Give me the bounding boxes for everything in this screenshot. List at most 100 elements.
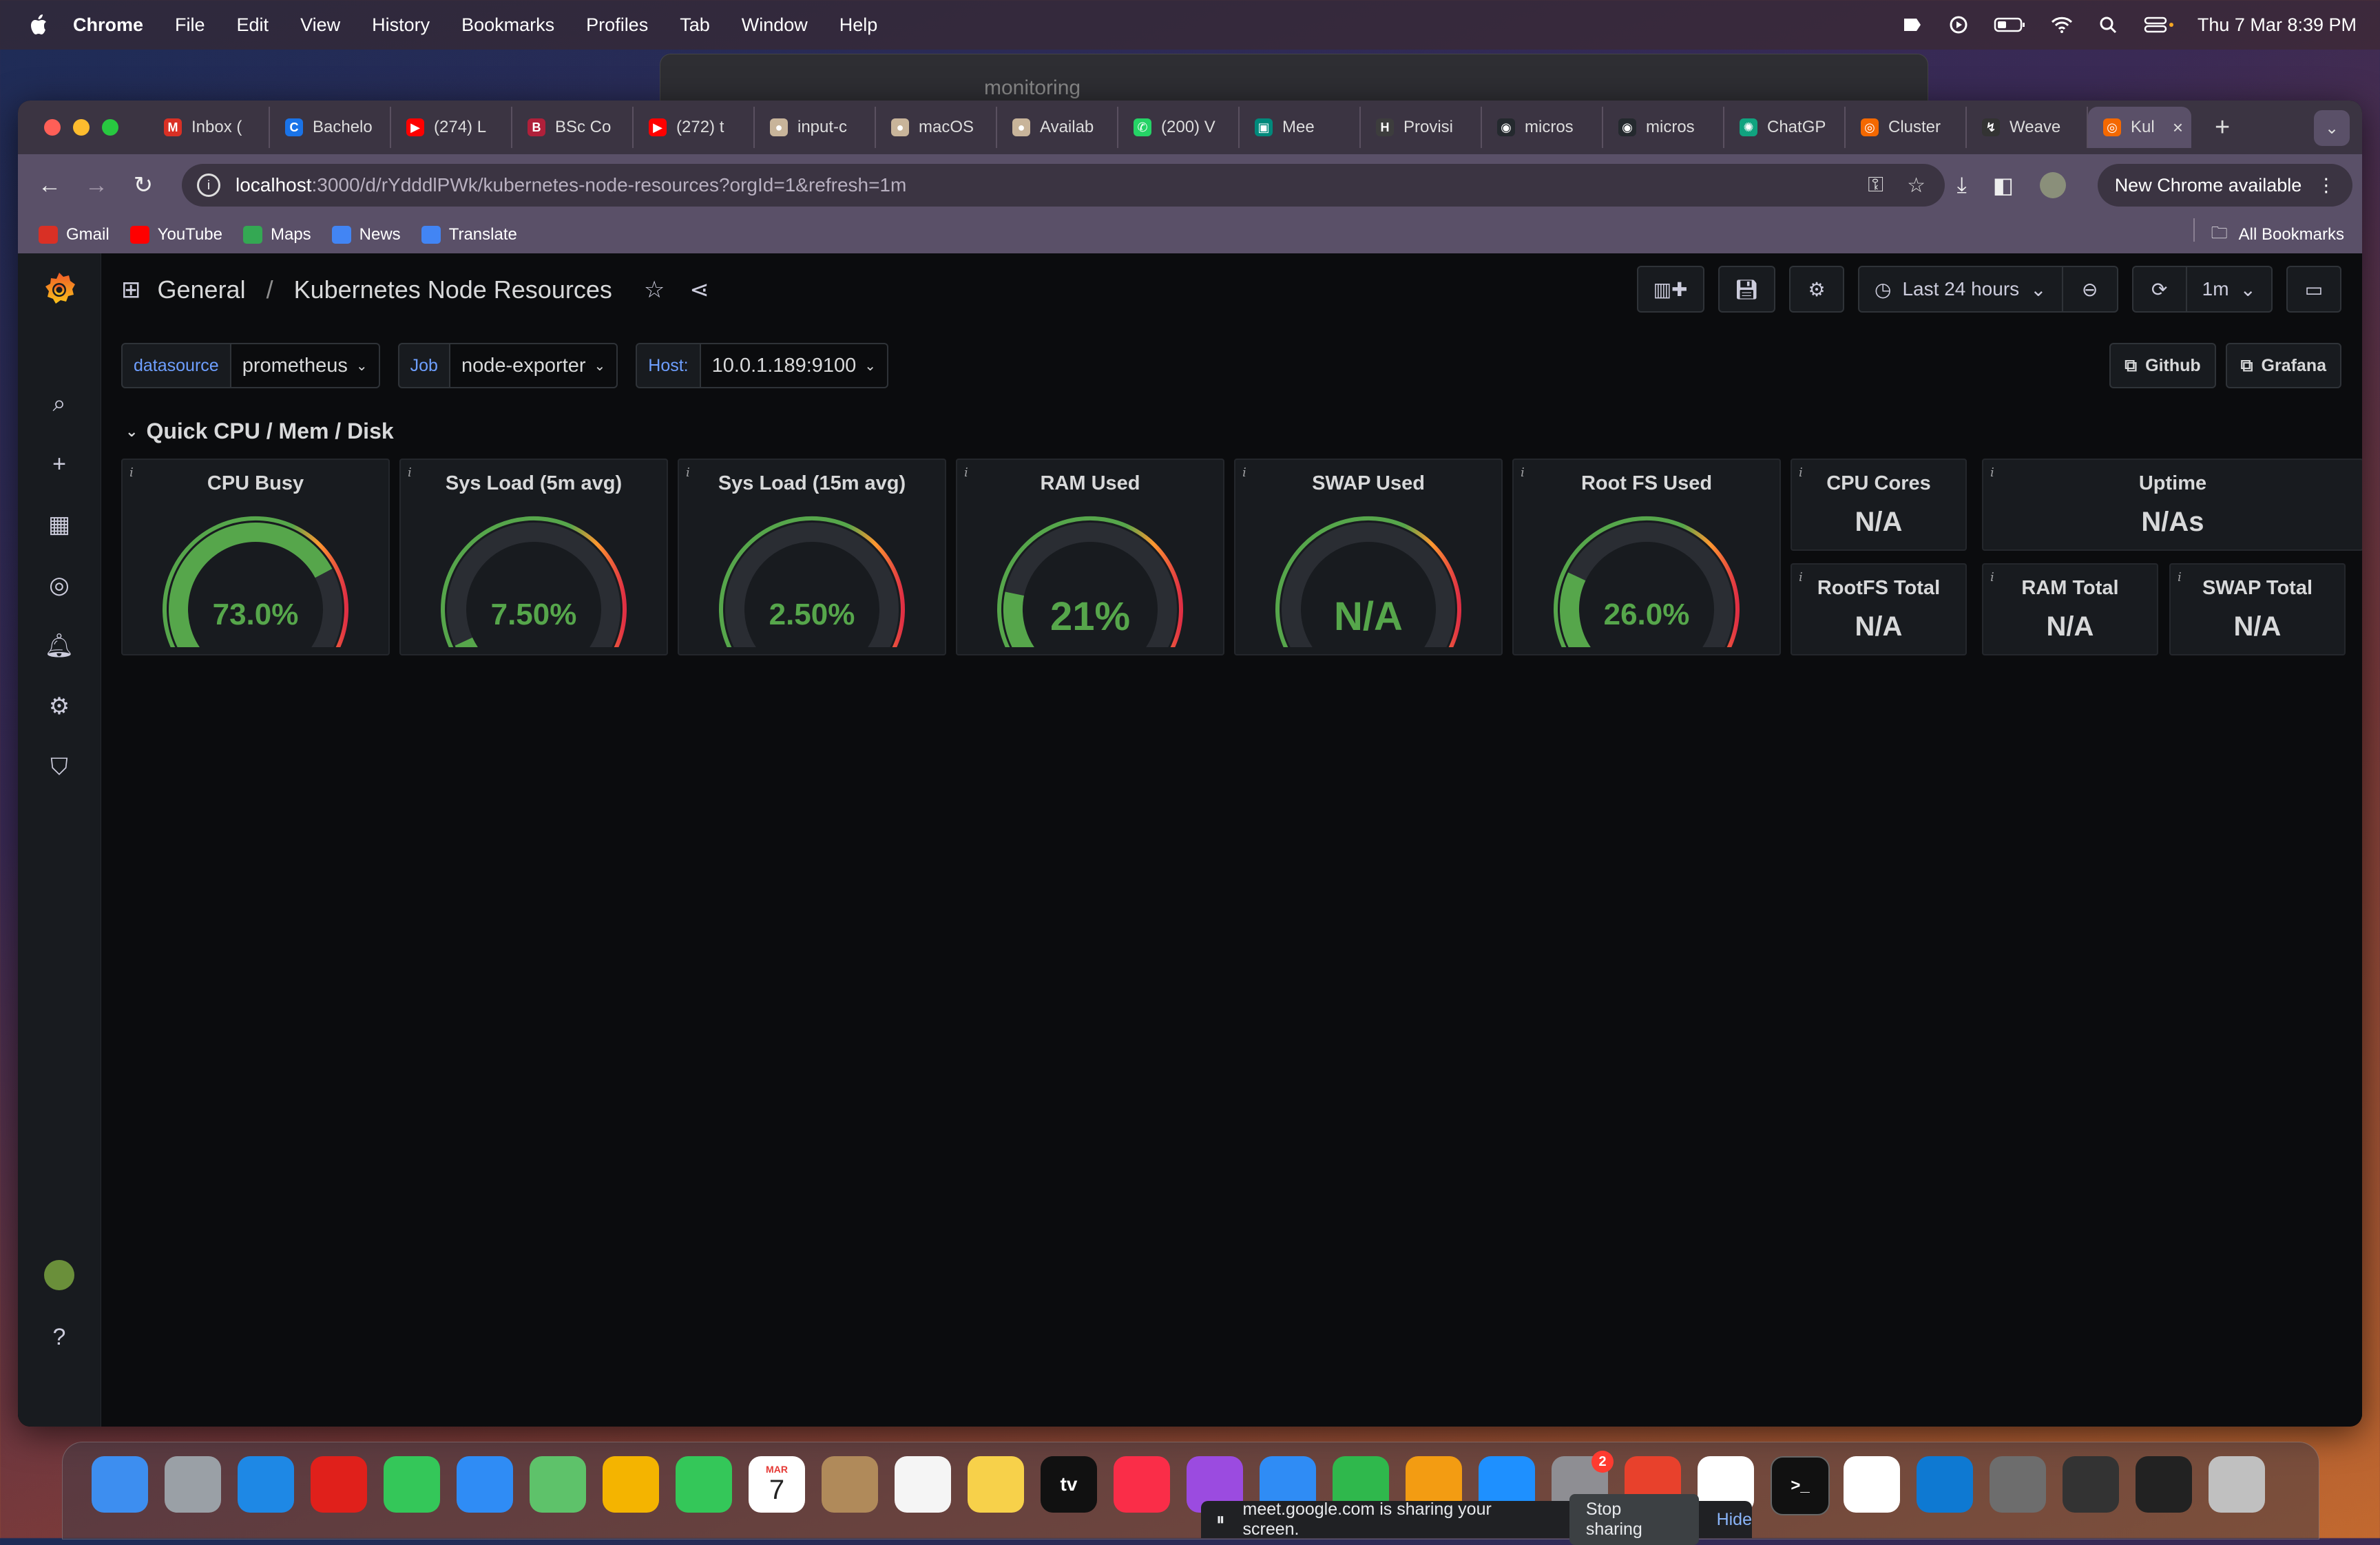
tab-search-chevron-icon[interactable]: ⌄	[2314, 110, 2350, 146]
screen-share-status-icon[interactable]	[1900, 16, 1923, 34]
add-plus-icon[interactable]: +	[44, 449, 74, 479]
bookmark-translate[interactable]: Translate	[421, 225, 517, 244]
menu-view[interactable]: View	[300, 14, 340, 36]
save-dashboard-button[interactable]: 💾︎	[1718, 266, 1776, 313]
spotlight-search-icon[interactable]	[2097, 16, 2120, 34]
wifi-icon[interactable]	[2050, 16, 2074, 34]
user-avatar[interactable]	[44, 1260, 74, 1290]
dashboard-title[interactable]: Kubernetes Node Resources	[294, 275, 612, 304]
browser-tab[interactable]: ◉ micros	[1482, 107, 1603, 148]
row-collapse-chevron-icon[interactable]: ⌄	[125, 423, 138, 441]
tv-mode-button[interactable]: ▭	[2286, 266, 2341, 313]
control-center-icon[interactable]	[2144, 16, 2174, 34]
dashboards-grid-icon[interactable]: ▦	[44, 509, 74, 540]
reload-icon[interactable]: ↻	[128, 170, 158, 200]
gauge-panel[interactable]: i CPU Busy 73.0%	[121, 459, 390, 655]
apple-tv-icon[interactable]: tv	[1041, 1456, 1097, 1513]
browser-tab[interactable]: ↯ Weave	[1967, 107, 2088, 148]
browser-tab[interactable]: ● macOS	[876, 107, 997, 148]
configuration-gear-icon[interactable]: ⚙	[44, 691, 74, 722]
variable-select[interactable]: node-exporter ⌄	[450, 343, 618, 388]
browser-tab[interactable]: C Bachelo	[270, 107, 391, 148]
photos-icon[interactable]	[603, 1456, 659, 1513]
messages-icon[interactable]	[384, 1456, 440, 1513]
time-range-picker[interactable]: ◷ Last 24 hours ⌄	[1858, 266, 2063, 313]
explore-compass-icon[interactable]: ◎	[44, 570, 74, 600]
bookmark-maps[interactable]: Maps	[242, 225, 311, 244]
site-info-icon[interactable]: i	[197, 174, 220, 197]
bookmark-star-icon[interactable]: ☆	[1907, 174, 1925, 198]
gauge-panel[interactable]: i SWAP Used N/A	[1234, 459, 1503, 655]
download-icon[interactable]: ⤓	[1957, 172, 1967, 198]
gauge-panel[interactable]: i Sys Load (5m avg) 7.50%	[399, 459, 668, 655]
bookmark-news[interactable]: News	[331, 225, 401, 244]
row-header[interactable]: ⌄ Quick CPU / Mem / Disk	[125, 419, 394, 444]
profile-avatar[interactable]	[2040, 172, 2066, 198]
variable-select[interactable]: 10.0.1.189:9100 ⌄	[700, 343, 889, 388]
stop-sharing-button[interactable]: Stop sharing	[1569, 1494, 1699, 1545]
dashboard-settings-button[interactable]: ⚙	[1789, 266, 1845, 313]
share-dashboard-icon[interactable]: ⋖	[689, 276, 709, 304]
github-link[interactable]: ⧉ Github	[2109, 343, 2216, 388]
stat-panel[interactable]: i RAM Total N/A	[1982, 563, 2158, 655]
gauge-panel[interactable]: i RAM Used 21%	[956, 459, 1224, 655]
back-arrow-icon[interactable]: ←	[34, 170, 65, 200]
music-icon[interactable]	[1114, 1456, 1170, 1513]
refresh-button[interactable]: ⟳	[2131, 266, 2187, 313]
help-question-icon[interactable]: ?	[44, 1322, 74, 1352]
calendar-icon[interactable]: MAR 7	[749, 1456, 805, 1513]
menu-app-name[interactable]: Chrome	[73, 14, 143, 36]
keychain-icon[interactable]	[1990, 1456, 2046, 1513]
gauge-panel[interactable]: i Root FS Used 26.0%	[1512, 459, 1781, 655]
search-icon[interactable]: ⌕	[44, 388, 74, 419]
new-tab-button[interactable]: +	[2215, 113, 2230, 143]
variable-select[interactable]: prometheus ⌄	[231, 343, 380, 388]
menu-help[interactable]: Help	[839, 14, 878, 36]
new-chrome-available-button[interactable]: New Chrome available ⋮	[2098, 164, 2352, 207]
opera-icon[interactable]	[311, 1456, 367, 1513]
stat-panel[interactable]: i SWAP Total N/A	[2169, 563, 2346, 655]
mark-favorite-star-icon[interactable]: ☆	[644, 276, 665, 304]
finder-icon[interactable]	[92, 1456, 148, 1513]
menu-profiles[interactable]: Profiles	[586, 14, 648, 36]
breadcrumb-folder[interactable]: General	[158, 275, 246, 304]
window-preview-icon[interactable]	[2136, 1456, 2192, 1513]
grafana-logo-icon[interactable]	[41, 270, 77, 308]
facetime-icon[interactable]	[676, 1456, 732, 1513]
browser-tab[interactable]: ◎ Cluster	[1846, 107, 1967, 148]
browser-tab[interactable]: ✺ ChatGP	[1724, 107, 1846, 148]
menu-edit[interactable]: Edit	[237, 14, 269, 36]
menu-history[interactable]: History	[372, 14, 430, 36]
slack-icon[interactable]	[1844, 1456, 1900, 1513]
safari-icon[interactable]	[238, 1456, 294, 1513]
reminders-icon[interactable]	[895, 1456, 951, 1513]
browser-tab[interactable]: ▶ (274) L	[391, 107, 512, 148]
menu-tab[interactable]: Tab	[680, 14, 710, 36]
browser-tab[interactable]: M Inbox (	[149, 107, 270, 148]
refresh-interval-picker[interactable]: 1m ⌄	[2186, 266, 2273, 313]
stat-panel[interactable]: i CPU Cores N/A	[1791, 459, 1967, 551]
server-admin-shield-icon[interactable]: ⛉	[44, 752, 74, 782]
menubar-clock[interactable]: Thu 7 Mar 8:39 PM	[2198, 14, 2357, 36]
menu-window[interactable]: Window	[742, 14, 808, 36]
battery-icon[interactable]	[1994, 16, 2027, 34]
media-play-icon[interactable]	[1947, 16, 1970, 34]
browser-tab[interactable]: ● input-c	[755, 107, 876, 148]
browser-tab[interactable]: ● Availab	[997, 107, 1118, 148]
stat-panel[interactable]: i RootFS Total N/A	[1791, 563, 1967, 655]
menu-bookmarks[interactable]: Bookmarks	[461, 14, 554, 36]
bookmark-youtube[interactable]: YouTube	[129, 225, 222, 244]
grafana-link[interactable]: ⧉ Grafana	[2225, 343, 2341, 388]
vscode-icon[interactable]	[1917, 1456, 1973, 1513]
browser-tab[interactable]: ✆ (200) V	[1118, 107, 1240, 148]
hide-share-bar-button[interactable]: Hide	[1717, 1510, 1752, 1530]
browser-tab[interactable]: ◉ micros	[1603, 107, 1724, 148]
launchpad-icon[interactable]	[165, 1456, 221, 1513]
dashboards-apps-icon[interactable]: ⊞	[121, 276, 141, 304]
alerting-bell-icon[interactable]: 🔔︎	[44, 631, 74, 661]
password-key-icon[interactable]: ⚿	[1868, 174, 1883, 198]
trash-icon[interactable]	[2209, 1456, 2265, 1513]
browser-tab[interactable]: ▶ (272) t	[634, 107, 755, 148]
all-bookmarks-button[interactable]: 🗀 All Bookmarks	[2193, 218, 2344, 249]
notes-icon[interactable]	[968, 1456, 1024, 1513]
